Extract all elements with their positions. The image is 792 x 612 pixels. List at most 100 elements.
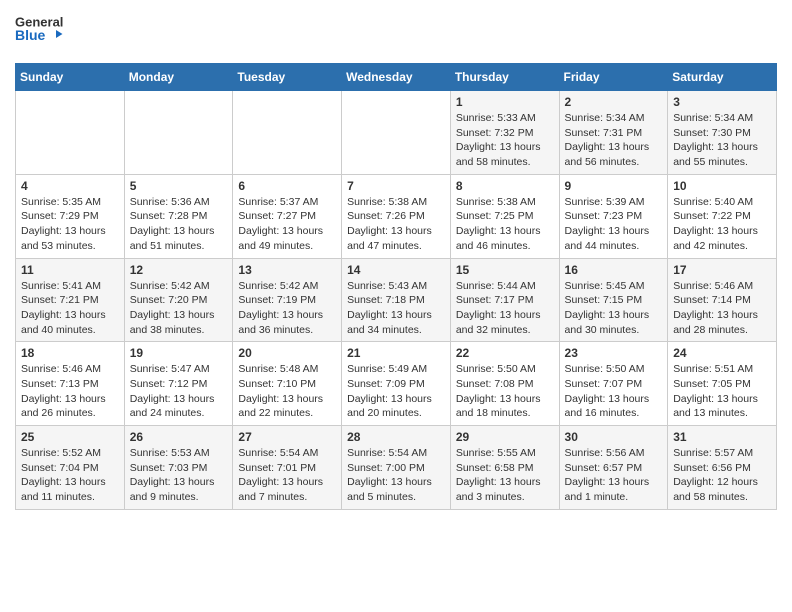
empty-cell — [342, 91, 451, 175]
day-number: 11 — [21, 263, 119, 277]
day-number: 23 — [565, 346, 663, 360]
weekday-header-friday: Friday — [559, 64, 668, 91]
day-content: Sunrise: 5:53 AM Sunset: 7:03 PM Dayligh… — [130, 446, 228, 505]
day-cell-6: 6 Sunrise: 5:37 AM Sunset: 7:27 PM Daylig… — [233, 174, 342, 258]
weekday-header-row: SundayMondayTuesdayWednesdayThursdayFrid… — [16, 64, 777, 91]
header: General Blue — [15, 10, 777, 55]
day-cell-24: 24 Sunrise: 5:51 AM Sunset: 7:05 PM Dayli… — [668, 342, 777, 426]
week-row-2: 4 Sunrise: 5:35 AM Sunset: 7:29 PM Daylig… — [16, 174, 777, 258]
day-cell-26: 26 Sunrise: 5:53 AM Sunset: 7:03 PM Dayli… — [124, 426, 233, 510]
day-content: Sunrise: 5:49 AM Sunset: 7:09 PM Dayligh… — [347, 362, 445, 421]
logo: General Blue — [15, 10, 65, 55]
day-content: Sunrise: 5:54 AM Sunset: 7:01 PM Dayligh… — [238, 446, 336, 505]
day-number: 12 — [130, 263, 228, 277]
day-content: Sunrise: 5:42 AM Sunset: 7:20 PM Dayligh… — [130, 279, 228, 338]
day-cell-11: 11 Sunrise: 5:41 AM Sunset: 7:21 PM Dayli… — [16, 258, 125, 342]
weekday-header-monday: Monday — [124, 64, 233, 91]
day-content: Sunrise: 5:34 AM Sunset: 7:30 PM Dayligh… — [673, 111, 771, 170]
day-cell-21: 21 Sunrise: 5:49 AM Sunset: 7:09 PM Dayli… — [342, 342, 451, 426]
day-content: Sunrise: 5:47 AM Sunset: 7:12 PM Dayligh… — [130, 362, 228, 421]
day-content: Sunrise: 5:35 AM Sunset: 7:29 PM Dayligh… — [21, 195, 119, 254]
day-number: 4 — [21, 179, 119, 193]
day-content: Sunrise: 5:37 AM Sunset: 7:27 PM Dayligh… — [238, 195, 336, 254]
day-content: Sunrise: 5:44 AM Sunset: 7:17 PM Dayligh… — [456, 279, 554, 338]
day-cell-28: 28 Sunrise: 5:54 AM Sunset: 7:00 PM Dayli… — [342, 426, 451, 510]
day-cell-14: 14Sunrise: 5:43 AM Sunset: 7:18 PM Dayli… — [342, 258, 451, 342]
day-content: Sunrise: 5:38 AM Sunset: 7:25 PM Dayligh… — [456, 195, 554, 254]
day-cell-22: 22 Sunrise: 5:50 AM Sunset: 7:08 PM Dayli… — [450, 342, 559, 426]
day-cell-20: 20 Sunrise: 5:48 AM Sunset: 7:10 PM Dayli… — [233, 342, 342, 426]
week-row-4: 18Sunrise: 5:46 AM Sunset: 7:13 PM Dayli… — [16, 342, 777, 426]
day-cell-30: 30 Sunrise: 5:56 AM Sunset: 6:57 PM Dayli… — [559, 426, 668, 510]
day-number: 15 — [456, 263, 554, 277]
day-cell-29: 29 Sunrise: 5:55 AM Sunset: 6:58 PM Dayli… — [450, 426, 559, 510]
day-cell-5: 5 Sunrise: 5:36 AM Sunset: 7:28 PM Daylig… — [124, 174, 233, 258]
day-cell-10: 10Sunrise: 5:40 AM Sunset: 7:22 PM Dayli… — [668, 174, 777, 258]
day-content: Sunrise: 5:50 AM Sunset: 7:08 PM Dayligh… — [456, 362, 554, 421]
day-number: 30 — [565, 430, 663, 444]
calendar-table: SundayMondayTuesdayWednesdayThursdayFrid… — [15, 63, 777, 510]
day-cell-19: 19 Sunrise: 5:47 AM Sunset: 7:12 PM Dayli… — [124, 342, 233, 426]
day-content: Sunrise: 5:43 AM Sunset: 7:18 PM Dayligh… — [347, 279, 445, 338]
day-cell-31: 31 Sunrise: 5:57 AM Sunset: 6:56 PM Dayli… — [668, 426, 777, 510]
day-cell-7: 7Sunrise: 5:38 AM Sunset: 7:26 PM Daylig… — [342, 174, 451, 258]
day-number: 1 — [456, 95, 554, 109]
day-number: 29 — [456, 430, 554, 444]
day-content: Sunrise: 5:36 AM Sunset: 7:28 PM Dayligh… — [130, 195, 228, 254]
day-cell-15: 15 Sunrise: 5:44 AM Sunset: 7:17 PM Dayli… — [450, 258, 559, 342]
day-content: Sunrise: 5:57 AM Sunset: 6:56 PM Dayligh… — [673, 446, 771, 505]
day-number: 26 — [130, 430, 228, 444]
day-number: 16 — [565, 263, 663, 277]
day-number: 21 — [347, 346, 445, 360]
day-content: Sunrise: 5:33 AM Sunset: 7:32 PM Dayligh… — [456, 111, 554, 170]
day-number: 13 — [238, 263, 336, 277]
day-cell-17: 17 Sunrise: 5:46 AM Sunset: 7:14 PM Dayli… — [668, 258, 777, 342]
week-row-3: 11 Sunrise: 5:41 AM Sunset: 7:21 PM Dayli… — [16, 258, 777, 342]
day-content: Sunrise: 5:46 AM Sunset: 7:14 PM Dayligh… — [673, 279, 771, 338]
day-content: Sunrise: 5:52 AM Sunset: 7:04 PM Dayligh… — [21, 446, 119, 505]
week-row-1: 1 Sunrise: 5:33 AM Sunset: 7:32 PM Daylig… — [16, 91, 777, 175]
day-cell-27: 27 Sunrise: 5:54 AM Sunset: 7:01 PM Dayli… — [233, 426, 342, 510]
day-number: 3 — [673, 95, 771, 109]
day-number: 20 — [238, 346, 336, 360]
day-number: 25 — [21, 430, 119, 444]
day-number: 24 — [673, 346, 771, 360]
day-number: 27 — [238, 430, 336, 444]
day-number: 28 — [347, 430, 445, 444]
day-number: 6 — [238, 179, 336, 193]
day-cell-18: 18Sunrise: 5:46 AM Sunset: 7:13 PM Dayli… — [16, 342, 125, 426]
day-cell-8: 8 Sunrise: 5:38 AM Sunset: 7:25 PM Daylig… — [450, 174, 559, 258]
day-number: 10 — [673, 179, 771, 193]
day-content: Sunrise: 5:54 AM Sunset: 7:00 PM Dayligh… — [347, 446, 445, 505]
day-content: Sunrise: 5:38 AM Sunset: 7:26 PM Dayligh… — [347, 195, 445, 254]
weekday-header-thursday: Thursday — [450, 64, 559, 91]
day-number: 22 — [456, 346, 554, 360]
weekday-header-wednesday: Wednesday — [342, 64, 451, 91]
day-cell-23: 23 Sunrise: 5:50 AM Sunset: 7:07 PM Dayli… — [559, 342, 668, 426]
day-number: 31 — [673, 430, 771, 444]
day-number: 2 — [565, 95, 663, 109]
day-content: Sunrise: 5:42 AM Sunset: 7:19 PM Dayligh… — [238, 279, 336, 338]
day-content: Sunrise: 5:48 AM Sunset: 7:10 PM Dayligh… — [238, 362, 336, 421]
logo-svg: General Blue — [15, 10, 65, 55]
day-cell-13: 13 Sunrise: 5:42 AM Sunset: 7:19 PM Dayli… — [233, 258, 342, 342]
day-content: Sunrise: 5:55 AM Sunset: 6:58 PM Dayligh… — [456, 446, 554, 505]
day-number: 5 — [130, 179, 228, 193]
day-content: Sunrise: 5:51 AM Sunset: 7:05 PM Dayligh… — [673, 362, 771, 421]
day-number: 8 — [456, 179, 554, 193]
empty-cell — [16, 91, 125, 175]
weekday-header-tuesday: Tuesday — [233, 64, 342, 91]
day-cell-2: 2Sunrise: 5:34 AM Sunset: 7:31 PM Daylig… — [559, 91, 668, 175]
day-content: Sunrise: 5:45 AM Sunset: 7:15 PM Dayligh… — [565, 279, 663, 338]
day-number: 17 — [673, 263, 771, 277]
day-content: Sunrise: 5:56 AM Sunset: 6:57 PM Dayligh… — [565, 446, 663, 505]
day-content: Sunrise: 5:46 AM Sunset: 7:13 PM Dayligh… — [21, 362, 119, 421]
day-content: Sunrise: 5:50 AM Sunset: 7:07 PM Dayligh… — [565, 362, 663, 421]
day-cell-9: 9Sunrise: 5:39 AM Sunset: 7:23 PM Daylig… — [559, 174, 668, 258]
day-content: Sunrise: 5:41 AM Sunset: 7:21 PM Dayligh… — [21, 279, 119, 338]
day-number: 19 — [130, 346, 228, 360]
day-cell-1: 1 Sunrise: 5:33 AM Sunset: 7:32 PM Daylig… — [450, 91, 559, 175]
day-content: Sunrise: 5:39 AM Sunset: 7:23 PM Dayligh… — [565, 195, 663, 254]
day-cell-12: 12 Sunrise: 5:42 AM Sunset: 7:20 PM Dayli… — [124, 258, 233, 342]
day-cell-16: 16 Sunrise: 5:45 AM Sunset: 7:15 PM Dayli… — [559, 258, 668, 342]
